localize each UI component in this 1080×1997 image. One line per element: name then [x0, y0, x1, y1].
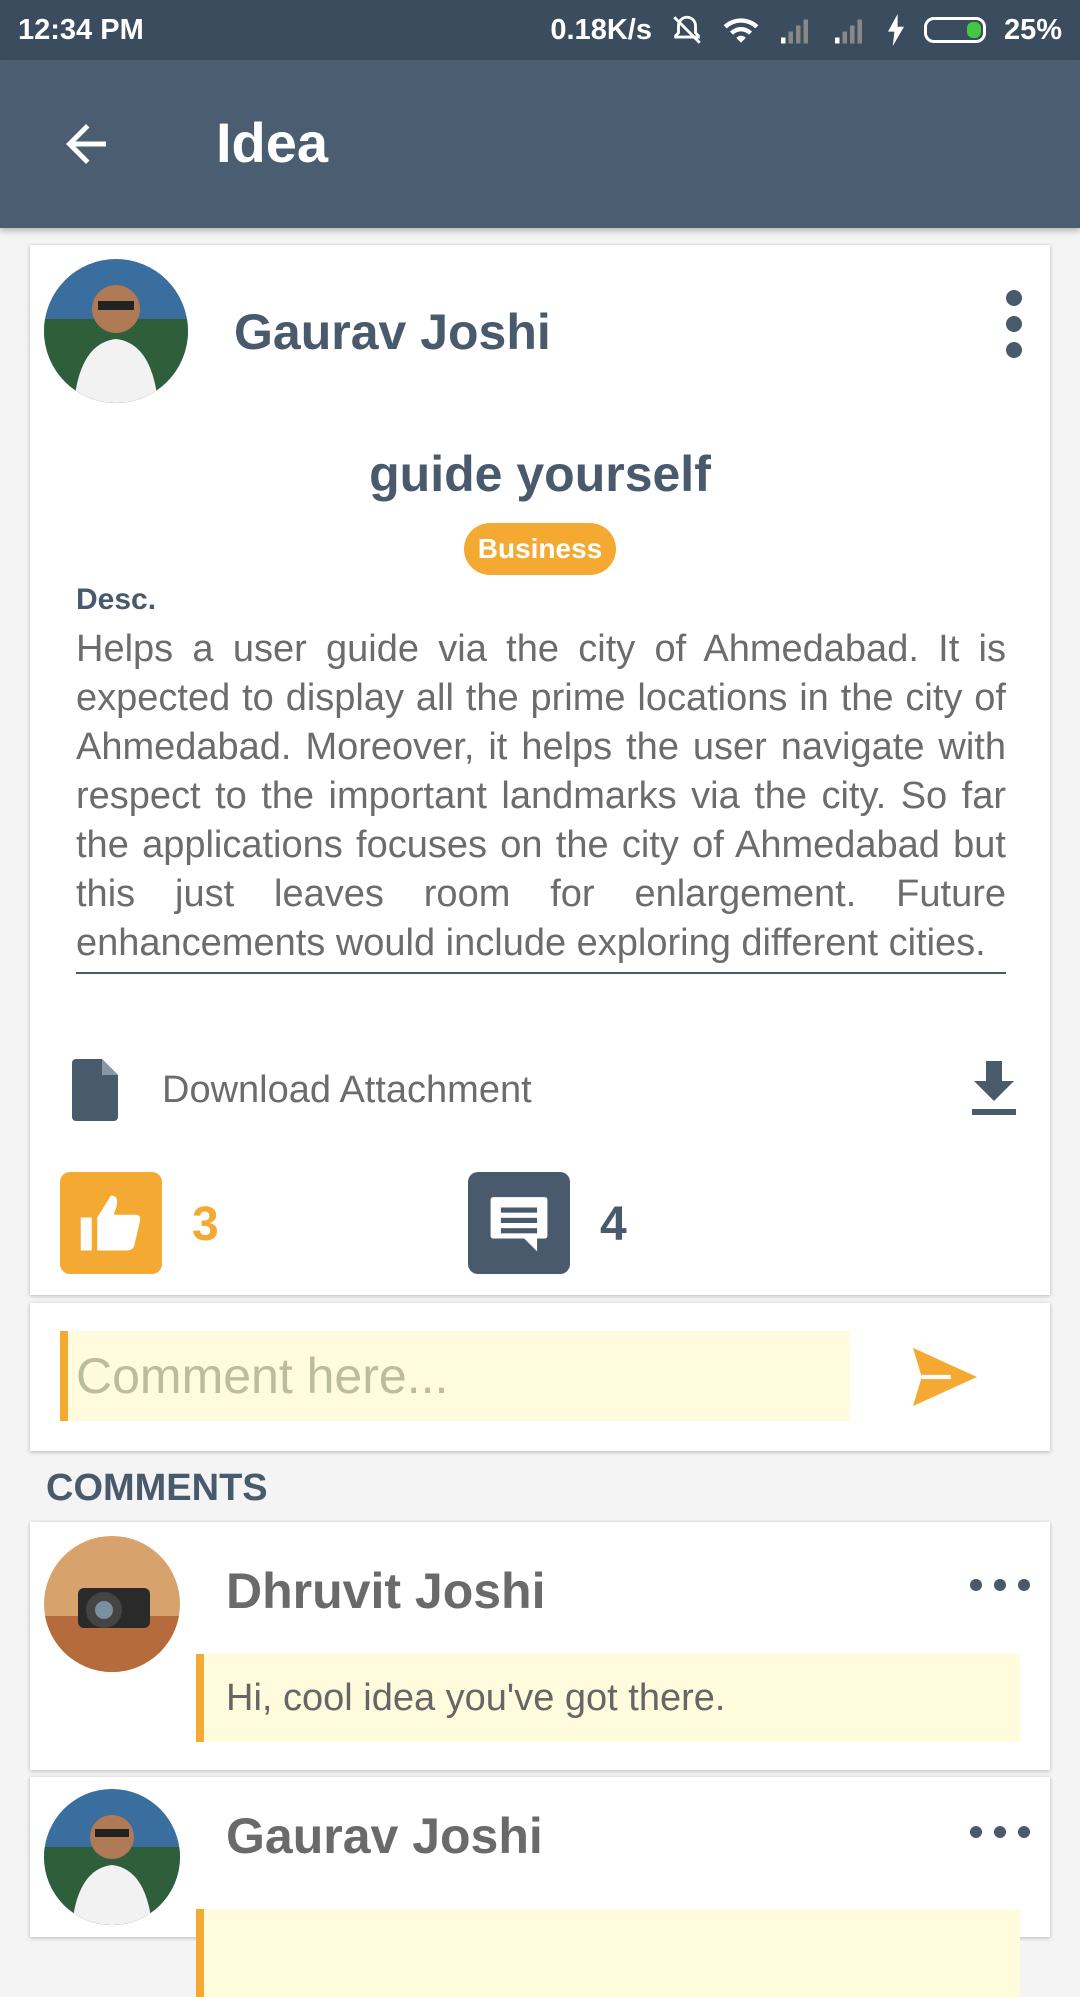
- comment-composer: [30, 1303, 1050, 1451]
- status-icons: 0.18K/s 25%: [550, 13, 1062, 47]
- like-count: 3: [192, 1198, 219, 1251]
- commenter-name[interactable]: Dhruvit Joshi: [226, 1562, 545, 1620]
- network-speed: 0.18K/s: [550, 13, 652, 46]
- comment-item: Gaurav Joshi: [30, 1777, 1050, 1997]
- comment-text: [196, 1909, 1020, 1997]
- mute-icon: [670, 13, 704, 47]
- battery-percent: 25%: [1003, 13, 1062, 46]
- more-vertical-icon: [1006, 290, 1022, 358]
- more-horizontal-icon: [970, 1579, 982, 1591]
- idea-description: Helps a user guide via the city of Ahmed…: [76, 625, 1006, 974]
- battery-icon: [923, 17, 986, 43]
- arrow-left-icon: [66, 124, 106, 164]
- more-options-button[interactable]: [994, 289, 1034, 359]
- idea-title: guide yourself: [369, 446, 711, 502]
- comments-heading: COMMENTS: [46, 1467, 268, 1509]
- commenter-avatar[interactable]: [44, 1789, 180, 1925]
- download-icon[interactable]: [970, 1061, 1018, 1117]
- app-bar: Idea: [0, 60, 1080, 228]
- more-horizontal-icon: [970, 1826, 982, 1838]
- like-button[interactable]: [60, 1172, 162, 1274]
- signal-icon: [832, 15, 868, 45]
- author-avatar[interactable]: [44, 259, 188, 403]
- comment-input[interactable]: [60, 1331, 850, 1421]
- charging-icon: [886, 14, 906, 46]
- comment-more-button[interactable]: [970, 1570, 1030, 1600]
- status-bar: 12:34 PM 0.18K/s 25%: [0, 0, 1080, 60]
- signal-icon: [778, 15, 814, 45]
- commenter-avatar[interactable]: [44, 1536, 180, 1672]
- download-attachment-label: Download Attachment: [162, 1069, 532, 1111]
- send-icon: [913, 1347, 977, 1407]
- comment-count: 4: [600, 1198, 627, 1251]
- comment-text: Hi, cool idea you've got there.: [196, 1654, 1020, 1742]
- commenter-name[interactable]: Gaurav Joshi: [226, 1807, 543, 1865]
- category-badge: Business: [464, 523, 616, 575]
- comment-more-button[interactable]: [970, 1817, 1030, 1847]
- status-time: 12:34 PM: [18, 13, 144, 46]
- back-button[interactable]: [56, 114, 116, 174]
- wifi-icon: [722, 13, 760, 47]
- thumbs-up-icon: [80, 1195, 141, 1251]
- desc-label: Desc.: [76, 583, 157, 616]
- author-name[interactable]: Gaurav Joshi: [234, 303, 551, 361]
- file-icon: [72, 1059, 118, 1121]
- page-title: Idea: [216, 111, 329, 174]
- comment-item: Dhruvit Joshi Hi, cool idea you've got t…: [30, 1522, 1050, 1770]
- comment-icon: [490, 1197, 548, 1252]
- send-button[interactable]: [910, 1345, 980, 1409]
- idea-card: Gaurav Joshi guide yourself Business Des…: [30, 245, 1050, 1295]
- comments-button[interactable]: [468, 1172, 570, 1274]
- download-attachment-row[interactable]: Download Attachment: [72, 1055, 1022, 1125]
